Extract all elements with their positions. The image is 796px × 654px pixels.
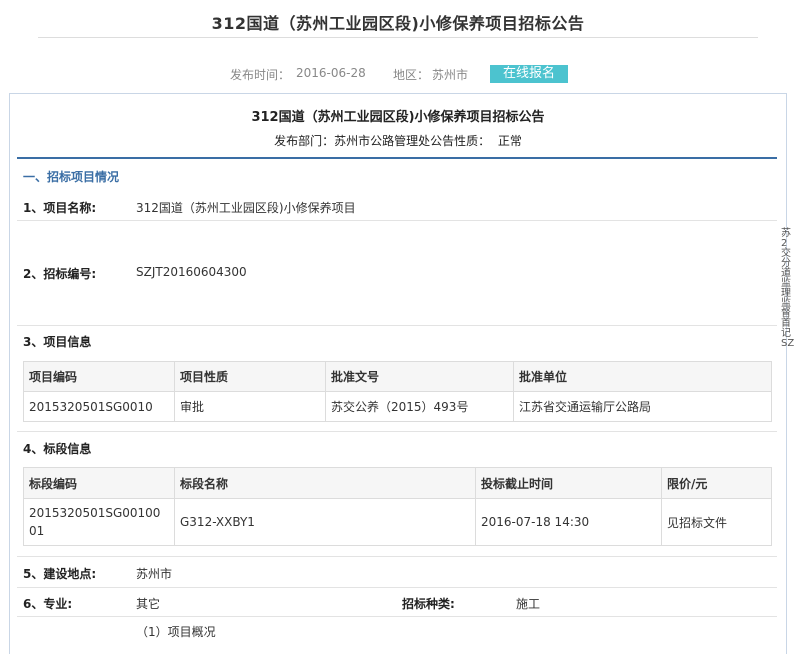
- table-header-cell: 标段编码: [23, 467, 175, 499]
- table-header-cell: 标段名称: [174, 467, 476, 499]
- section-info-table: 标段编码 标段名称 投标截止时间 限价/元 2015320501SG00100 0…: [23, 467, 772, 546]
- nature-label: 公告性质：: [430, 134, 491, 148]
- row-divider: [17, 587, 777, 588]
- project-info-table: 项目编码 项目性质 批准文号 批准单位 2015320501SG0010 审批 …: [23, 361, 772, 422]
- notice-subtitle: 发布部门：苏州市公路管理处公告性质： 正常: [0, 132, 796, 149]
- table-header-cell: 项目性质: [174, 361, 326, 392]
- location-label: 5、建设地点:: [23, 567, 97, 581]
- table-cell: 审批: [174, 391, 326, 422]
- nature: 正常: [497, 134, 522, 148]
- bid-type-label: 招标种类:: [402, 597, 455, 611]
- section-info-label: 4、标段信息: [23, 442, 92, 456]
- section-divider: [17, 157, 777, 159]
- row-divider: [17, 431, 777, 432]
- table-header-cell: 批准文号: [325, 361, 514, 392]
- table-header-cell: 投标截止时间: [475, 467, 662, 499]
- major-label: 6、专业:: [23, 597, 73, 611]
- major: 其它: [136, 597, 161, 611]
- publish-time: 2016-06-28: [296, 66, 366, 80]
- table-cell: 2016-07-18 14:30: [475, 498, 662, 546]
- region-label: 地区：: [393, 68, 430, 82]
- row-divider: [17, 325, 777, 326]
- row-divider: [17, 616, 777, 617]
- table-cell: G312-XXBY1: [174, 498, 476, 546]
- project-info-label: 3、项目信息: [23, 335, 92, 349]
- page-title: 312国道（苏州工业园区段)小修保养项目招标公告: [211, 14, 585, 33]
- table-cell: 2015320501SG0010: [23, 391, 175, 422]
- project-name-label: 1、项目名称:: [23, 201, 97, 215]
- table-header-cell: 限价/元: [661, 467, 772, 499]
- location: 苏州市: [136, 567, 173, 581]
- table-header-cell: 项目编码: [23, 361, 175, 392]
- table-cell: 苏交公养（2015）493号: [325, 391, 514, 422]
- table-row: 2015320501SG00100 01 G312-XXBY1 2016-07-1…: [23, 498, 772, 546]
- section-code-line1: 2015320501SG00100: [29, 506, 161, 520]
- side-vertical-text: 苏2交分道监理监督首记SZ: [781, 228, 795, 349]
- table-header-cell: 批准单位: [513, 361, 772, 392]
- table-cell: 见招标文件: [661, 498, 772, 546]
- project-name: 312国道（苏州工业园区段)小修保养项目: [136, 201, 356, 215]
- section-code-line2: 01: [29, 524, 45, 538]
- dept-label: 发布部门：: [274, 134, 335, 148]
- section-heading: 一、招标项目情况: [23, 170, 120, 184]
- region: 苏州市: [432, 68, 469, 82]
- dept: 苏州市公路管理处: [334, 134, 431, 148]
- table-header-row: 项目编码 项目性质 批准文号 批准单位: [23, 361, 772, 392]
- bid-no-label: 2、招标编号:: [23, 267, 97, 281]
- bid-no: SZJT20160604300: [136, 265, 247, 279]
- table-header-row: 标段编码 标段名称 投标截止时间 限价/元: [23, 467, 772, 499]
- row-divider: [17, 220, 777, 221]
- bid-type: 施工: [516, 597, 541, 611]
- table-row: 2015320501SG0010 审批 苏交公养（2015）493号 江苏省交通…: [23, 391, 772, 422]
- table-cell: 2015320501SG00100 01: [23, 498, 175, 546]
- row-divider: [17, 556, 777, 557]
- publish-time-label: 发布时间：: [230, 68, 291, 82]
- online-signup-button[interactable]: 在线报名: [490, 65, 568, 83]
- table-cell: 江苏省交通运输厅公路局: [513, 391, 772, 422]
- notice-title: 312国道（苏州工业园区段)小修保养项目招标公告: [251, 110, 545, 125]
- title-divider: [38, 37, 758, 38]
